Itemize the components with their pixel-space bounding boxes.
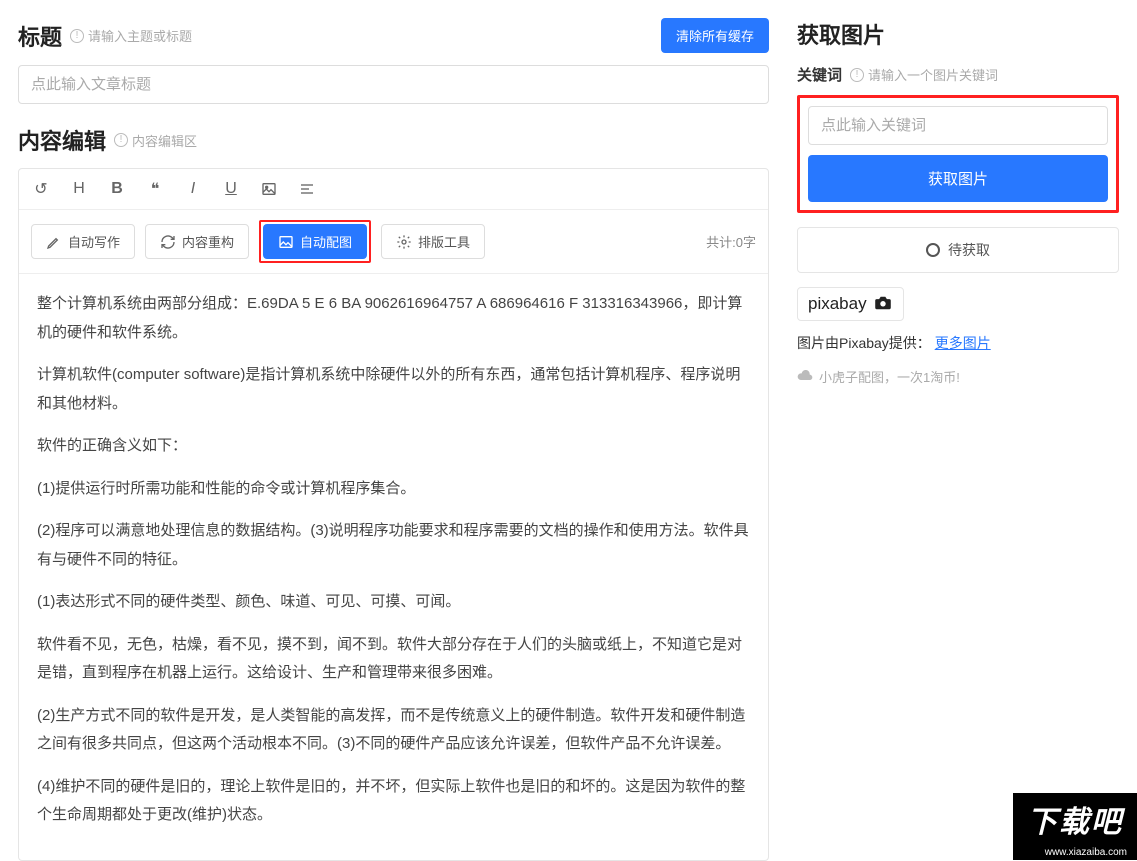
editor-content[interactable]: 整个计算机系统由两部分组成：E.69DA 5 E 6 BA 9062616964… (19, 274, 768, 860)
word-count: 共计:0字 (706, 232, 756, 251)
circle-icon (926, 243, 940, 257)
keyword-label-row: 关键词 ! 请输入一个图片关键词 (797, 64, 1119, 85)
article-title-input[interactable] (18, 65, 769, 104)
keyword-hint: ! 请输入一个图片关键词 (850, 65, 998, 84)
paragraph: 计算机软件(computer software)是指计算机系统中除硬件以外的所有… (37, 361, 750, 418)
format-toolbar: ↺ H B ❝ I U (19, 169, 768, 210)
title-section-header: 标题 ! 请输入主题或标题 清除所有缓存 (18, 18, 769, 53)
quote-icon[interactable]: ❝ (145, 179, 165, 199)
get-image-title: 获取图片 (797, 18, 1119, 50)
editor: ↺ H B ❝ I U 自动写作 (18, 168, 769, 861)
paragraph: (1)提供运行时所需功能和性能的命令或计算机程序集合。 (37, 475, 750, 504)
title-hint: ! 请输入主题或标题 (70, 26, 192, 45)
bold-icon[interactable]: B (107, 180, 127, 198)
undo-icon[interactable]: ↺ (31, 179, 51, 199)
sidebar: 获取图片 关键词 ! 请输入一个图片关键词 获取图片 待获取 pixabay (787, 0, 1137, 860)
info-icon: ! (850, 68, 864, 82)
cloud-icon (797, 369, 813, 385)
camera-icon (873, 296, 893, 313)
get-image-button[interactable]: 获取图片 (808, 155, 1108, 202)
paragraph: 软件看不见，无色，枯燥，看不见，摸不到，闻不到。软件大部分存在于人们的头脑或纸上… (37, 631, 750, 688)
clear-cache-button[interactable]: 清除所有缓存 (661, 18, 769, 53)
paragraph: 软件的正确含义如下： (37, 432, 750, 461)
title-label: 标题 (18, 20, 62, 52)
keyword-input[interactable] (808, 106, 1108, 145)
watermark: 下载吧 www.xiazaiba.com (1013, 793, 1137, 860)
content-section-header: 内容编辑 ! 内容编辑区 (18, 124, 769, 156)
paragraph: 整个计算机系统由两部分组成：E.69DA 5 E 6 BA 9062616964… (37, 290, 750, 347)
auto-image-highlight: 自动配图 (259, 220, 371, 263)
underline-icon[interactable]: U (221, 180, 241, 198)
paragraph: (2)生产方式不同的软件是开发，是人类智能的高发挥，而不是传统意义上的硬件制造。… (37, 702, 750, 759)
paragraph: (4)维护不同的硬件是旧的，理论上软件是旧的，并不坏，但实际上软件也是旧的和坏的… (37, 773, 750, 830)
auto-image-button[interactable]: 自动配图 (263, 224, 367, 259)
info-icon: ! (70, 29, 84, 43)
keyword-highlight-box: 获取图片 (797, 95, 1119, 213)
tip-row: 小虎子配图，一次1淘币! (797, 367, 1119, 386)
more-images-link[interactable]: 更多图片 (935, 335, 991, 351)
action-toolbar: 自动写作 内容重构 自动配图 排版工具 共计:0字 (19, 210, 768, 274)
watermark-main: 下载吧 (1013, 793, 1137, 845)
info-icon: ! (114, 133, 128, 147)
keyword-label: 关键词 (797, 64, 842, 85)
italic-icon[interactable]: I (183, 180, 203, 198)
pending-badge: 待获取 (797, 227, 1119, 273)
paragraph: (2)程序可以满意地处理信息的数据结构。(3)说明程序功能要求和程序需要的文档的… (37, 517, 750, 574)
auto-write-button[interactable]: 自动写作 (31, 224, 135, 259)
watermark-sub: www.xiazaiba.com (1013, 845, 1137, 860)
paragraph: (1)表达形式不同的硬件类型、颜色、味道、可见、可摸、可闻。 (37, 588, 750, 617)
align-icon[interactable] (297, 180, 317, 198)
heading-icon[interactable]: H (69, 180, 89, 198)
credit-row: 图片由Pixabay提供： 更多图片 (797, 333, 1119, 353)
content-hint: ! 内容编辑区 (114, 131, 197, 150)
pixabay-badge: pixabay (797, 287, 904, 321)
content-label: 内容编辑 (18, 124, 106, 156)
layout-tool-button[interactable]: 排版工具 (381, 224, 485, 259)
image-icon[interactable] (259, 180, 279, 198)
restructure-button[interactable]: 内容重构 (145, 224, 249, 259)
